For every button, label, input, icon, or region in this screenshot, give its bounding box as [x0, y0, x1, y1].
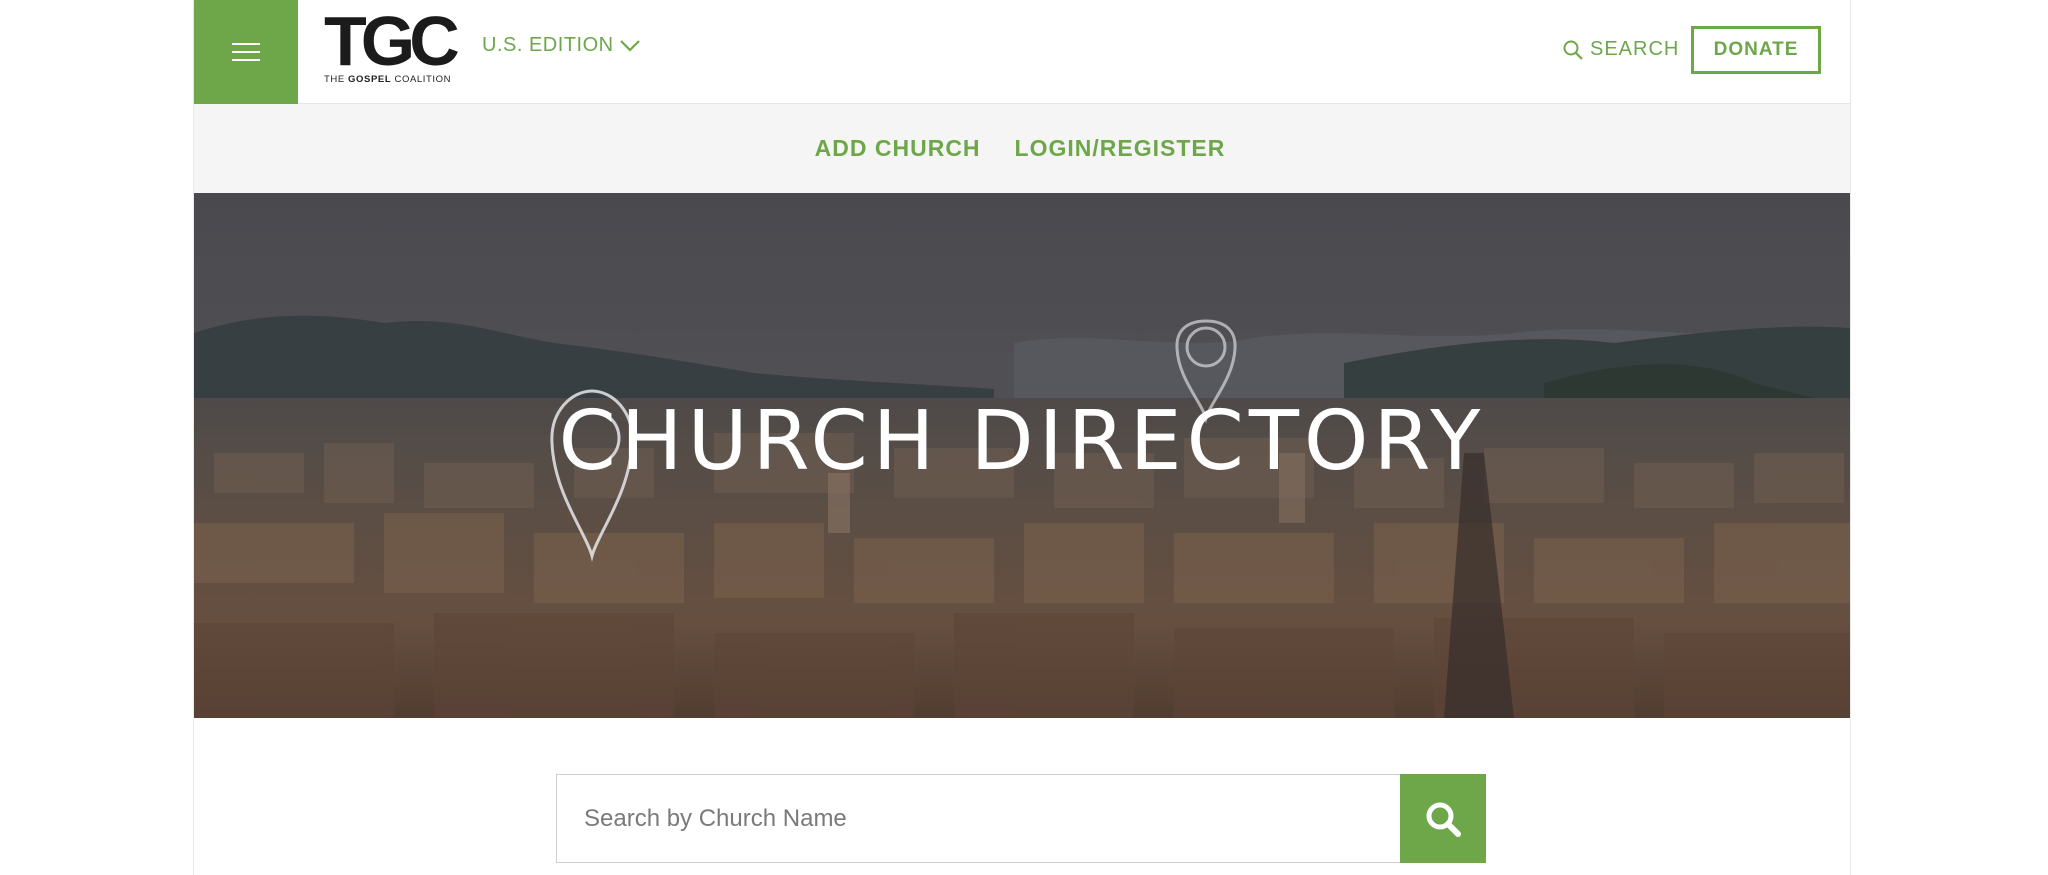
directory-subnav: ADD CHURCH LOGIN/REGISTER [194, 104, 1850, 193]
logo-mark: TGC [324, 2, 460, 80]
logo-subtitle: THE GOSPEL COALITION [324, 74, 452, 85]
add-church-link[interactable]: ADD CHURCH [815, 135, 981, 162]
church-search-button[interactable] [1400, 774, 1486, 863]
site-header: TGC THE GOSPEL COALITION U.S. EDITION SE… [194, 0, 1850, 104]
tgc-logo[interactable]: TGC THE GOSPEL COALITION [324, 2, 460, 88]
login-register-link[interactable]: LOGIN/REGISTER [1015, 135, 1226, 162]
page-container: TGC THE GOSPEL COALITION U.S. EDITION SE… [194, 0, 1850, 875]
hero-title: CHURCH DIRECTORY [558, 394, 1486, 489]
menu-button[interactable] [194, 0, 298, 104]
search-icon [1563, 40, 1583, 60]
chevron-down-icon [619, 39, 640, 52]
donate-button[interactable]: DONATE [1691, 26, 1821, 74]
search-icon [1426, 802, 1461, 837]
church-search-input[interactable] [556, 774, 1400, 863]
search-link-label: SEARCH [1590, 38, 1680, 60]
hamburger-menu-icon [232, 43, 260, 61]
header-search-link[interactable]: SEARCH [1562, 38, 1679, 61]
church-search-form [556, 774, 1486, 863]
hero-banner: CHURCH DIRECTORY [194, 193, 1850, 718]
edition-label: U.S. EDITION [482, 34, 614, 56]
edition-selector[interactable]: U.S. EDITION [482, 34, 640, 57]
